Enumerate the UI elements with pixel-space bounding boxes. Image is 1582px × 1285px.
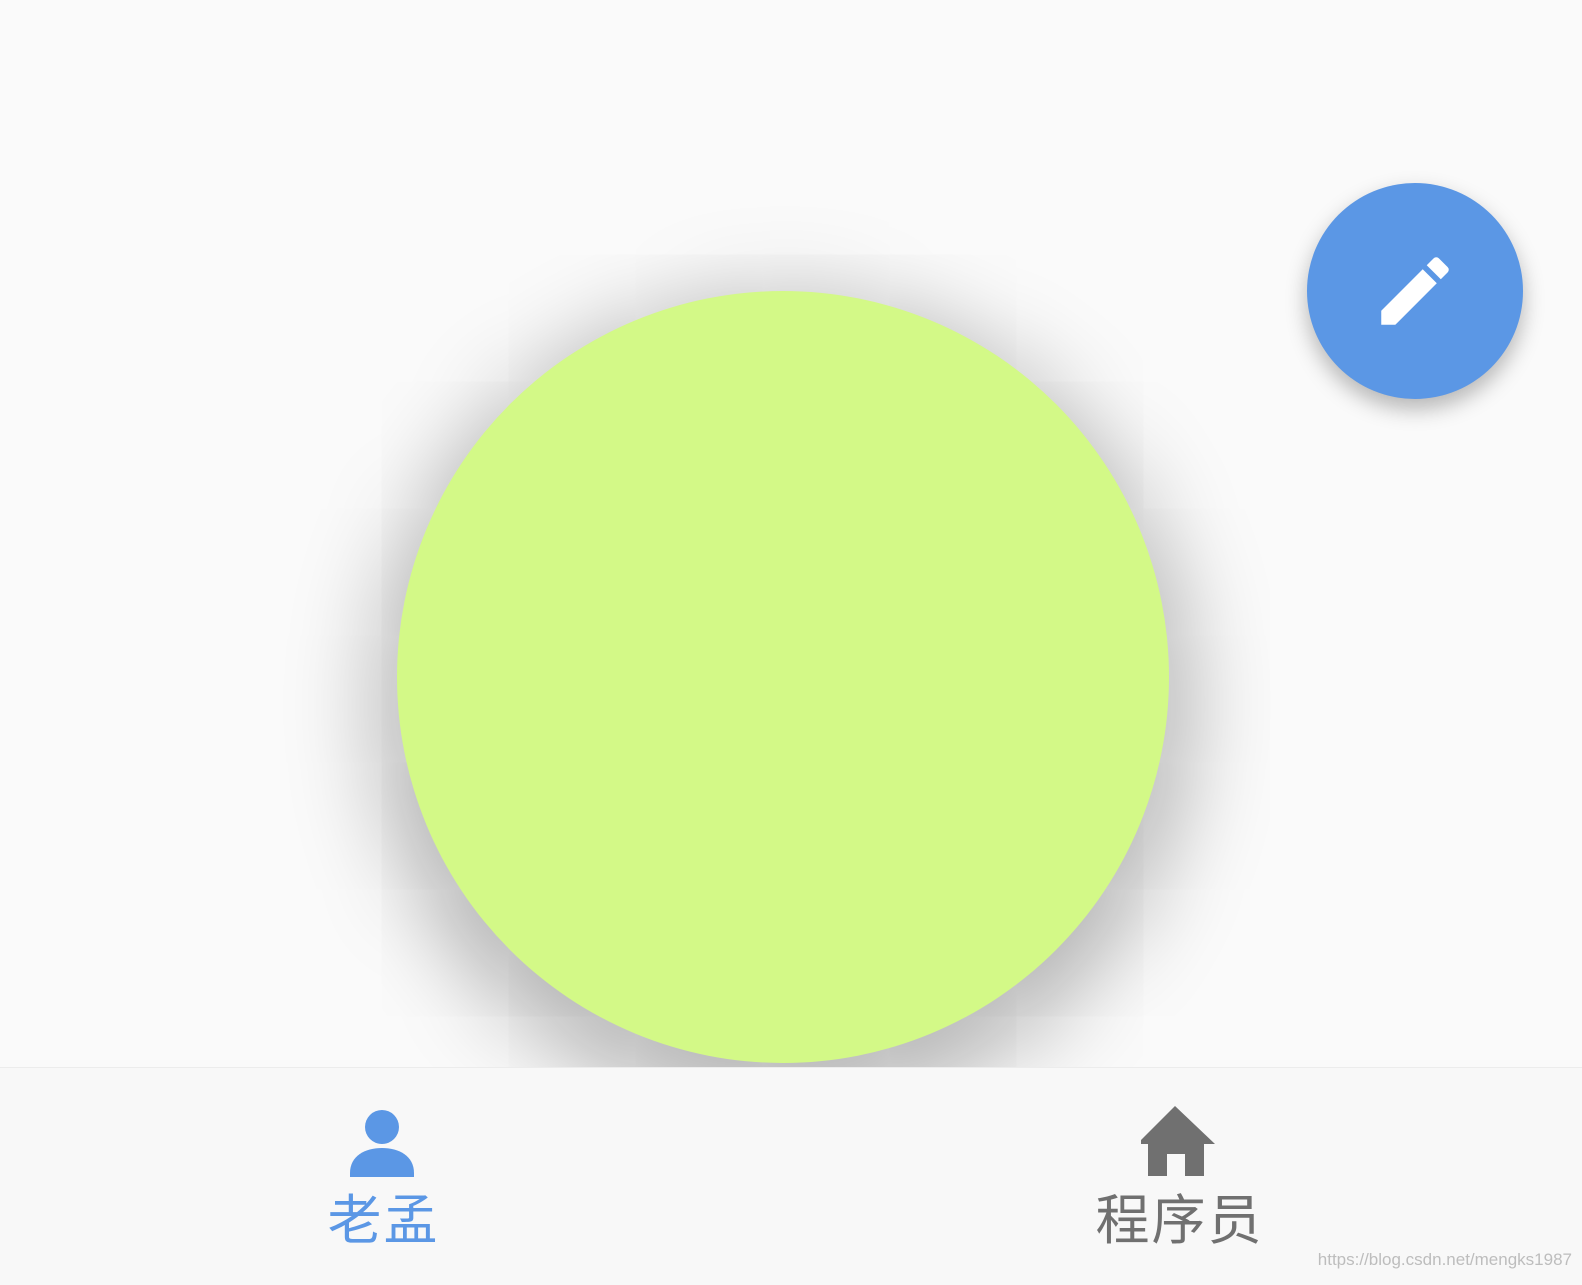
- watermark-text: https://blog.csdn.net/mengks1987: [1317, 1250, 1572, 1269]
- edit-fab-button[interactable]: [1307, 183, 1523, 399]
- person-icon: [350, 1110, 414, 1177]
- pencil-icon: [1381, 257, 1449, 325]
- home-icon: [1141, 1106, 1215, 1176]
- green-circle: [397, 291, 1169, 1063]
- main-content: [0, 0, 1582, 1067]
- nav-item-laomeng[interactable]: 老孟: [0, 1068, 791, 1285]
- nav-label-laomeng: 老孟: [327, 1189, 440, 1252]
- nav-label-programmer: 程序员: [1095, 1189, 1264, 1252]
